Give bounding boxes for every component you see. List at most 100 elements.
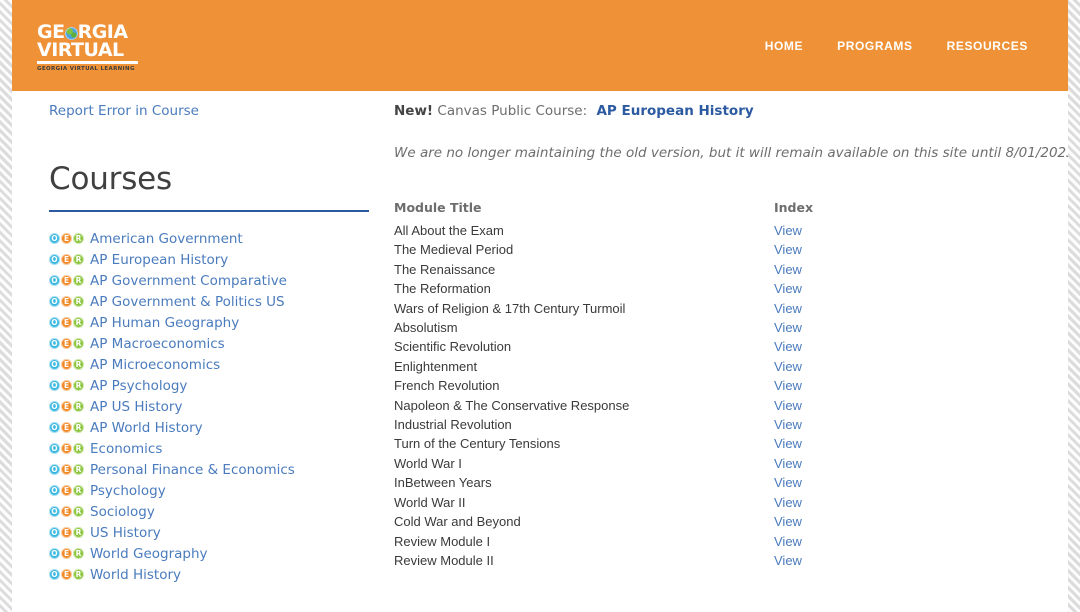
oer-dot-o-icon: O <box>49 401 60 412</box>
oer-dot-e-icon: E <box>61 233 72 244</box>
oer-dot-e-icon: E <box>61 317 72 328</box>
list-item[interactable]: O E R American Government <box>49 228 379 249</box>
module-title-cell: Wars of Religion & 17th Century Turmoil <box>394 300 626 316</box>
logo-line-virtual: VIRTUAL <box>37 41 138 64</box>
module-index-cell: View <box>774 260 894 279</box>
report-error-link[interactable]: Report Error in Course <box>49 103 199 119</box>
view-link[interactable]: View <box>774 534 802 549</box>
view-link[interactable]: View <box>774 320 802 335</box>
course-link[interactable]: American Government <box>90 231 243 247</box>
oer-badge-icon: OER <box>49 254 85 265</box>
oer-dot-r-icon: R <box>73 317 84 328</box>
list-item[interactable]: O E R Economics <box>49 438 379 459</box>
main-nav: HOME PROGRAMS RESOURCES <box>765 39 1028 53</box>
oer-dot-o-icon: O <box>49 317 60 328</box>
oer-dot-o-icon: O <box>49 485 60 496</box>
list-item[interactable]: O E R AP World History <box>49 417 379 438</box>
course-link[interactable]: World History <box>90 567 181 583</box>
column-header-index: Index <box>774 200 814 215</box>
oer-dot-r-icon: R <box>73 443 84 454</box>
view-link[interactable]: View <box>774 456 802 471</box>
course-link[interactable]: AP Government & Politics US <box>90 294 285 310</box>
module-index-cell: View <box>774 512 894 531</box>
oer-dot-r-icon: R <box>73 569 84 580</box>
list-item[interactable]: O E R AP Psychology <box>49 375 379 396</box>
oer-dot-o-icon: O <box>49 254 60 265</box>
module-title-cell: Napoleon & The Conservative Response <box>394 397 630 413</box>
nav-item-resources[interactable]: RESOURCES <box>947 39 1028 53</box>
list-item[interactable]: O E R AP Macroeconomics <box>49 333 379 354</box>
view-link[interactable]: View <box>774 262 802 277</box>
course-link[interactable]: AP Psychology <box>90 378 187 394</box>
list-item[interactable]: O E R AP US History <box>49 396 379 417</box>
oer-dot-e-icon: E <box>61 275 72 286</box>
view-link[interactable]: View <box>774 475 802 490</box>
course-link[interactable]: AP European History <box>90 252 228 268</box>
oer-dot-e-icon: E <box>61 569 72 580</box>
view-link[interactable]: View <box>774 281 802 296</box>
view-link[interactable]: View <box>774 398 802 413</box>
canvas-course-link[interactable]: AP European History <box>596 103 753 119</box>
course-link[interactable]: AP Human Geography <box>90 315 239 331</box>
column-header-module-title: Module Title <box>394 200 482 215</box>
view-link[interactable]: View <box>774 359 802 374</box>
view-link[interactable]: View <box>774 553 802 568</box>
course-link[interactable]: AP US History <box>90 399 182 415</box>
list-item[interactable]: O E R AP European History <box>49 249 379 270</box>
list-item[interactable]: O E R World History <box>49 564 379 585</box>
table-row: French Revolution View <box>394 376 894 395</box>
view-link[interactable]: View <box>774 436 802 451</box>
course-link[interactable]: AP World History <box>90 420 203 436</box>
course-link[interactable]: AP Microeconomics <box>90 357 220 373</box>
oer-dot-e-icon: E <box>61 254 72 265</box>
nav-item-programs[interactable]: PROGRAMS <box>837 39 912 53</box>
canvas-notice-text: Canvas Public Course: <box>437 103 588 119</box>
oer-dot-e-icon: E <box>61 443 72 454</box>
module-index-cell: View <box>774 376 894 395</box>
course-link[interactable]: Economics <box>90 441 162 457</box>
list-item[interactable]: O E R Personal Finance & Economics <box>49 459 379 480</box>
list-item[interactable]: O E R AP Human Geography <box>49 312 379 333</box>
list-item[interactable]: O E R AP Microeconomics <box>49 354 379 375</box>
view-link[interactable]: View <box>774 514 802 529</box>
list-item[interactable]: O E R Sociology <box>49 501 379 522</box>
oer-dot-r-icon: R <box>73 338 84 349</box>
list-item[interactable]: O E R AP Government Comparative <box>49 270 379 291</box>
oer-dot-o-icon: O <box>49 443 60 454</box>
oer-dot-e-icon: E <box>61 548 72 559</box>
oer-dot-o-icon: O <box>49 275 60 286</box>
course-link[interactable]: Sociology <box>90 504 155 520</box>
list-item[interactable]: O E R World Geography <box>49 543 379 564</box>
oer-dot-o-icon: O <box>49 464 60 475</box>
list-item[interactable]: O E R US History <box>49 522 379 543</box>
course-link[interactable]: US History <box>90 525 161 541</box>
view-link[interactable]: View <box>774 242 802 257</box>
module-table-head: Module Title Index <box>394 200 894 221</box>
oer-dot-o-icon: O <box>49 527 60 538</box>
course-link[interactable]: AP Government Comparative <box>90 273 287 289</box>
course-link[interactable]: AP Macroeconomics <box>90 336 225 352</box>
module-index-cell: View <box>774 396 894 415</box>
course-link[interactable]: Personal Finance & Economics <box>90 462 295 478</box>
course-link[interactable]: Psychology <box>90 483 166 499</box>
oer-badge-icon: OER <box>49 485 85 496</box>
module-table: Module Title Index All About the Exam Vie… <box>394 200 894 570</box>
oer-dot-r-icon: R <box>73 275 84 286</box>
view-link[interactable]: View <box>774 223 802 238</box>
deprecation-note: We are no longer maintaining the old ver… <box>394 145 1068 161</box>
course-link[interactable]: World Geography <box>90 546 208 562</box>
site-logo[interactable]: GE RGIA VIRTUAL GEORGIA VIRTUAL LEARNING <box>37 23 142 72</box>
view-link[interactable]: View <box>774 417 802 432</box>
view-link[interactable]: View <box>774 301 802 316</box>
oer-badge-icon: OER <box>49 317 85 328</box>
oer-badge-icon: OER <box>49 296 85 307</box>
list-item[interactable]: O E R Psychology <box>49 480 379 501</box>
list-item[interactable]: O E R AP Government & Politics US <box>49 291 379 312</box>
view-link[interactable]: View <box>774 378 802 393</box>
canvas-course-notice: New! Canvas Public Course: AP European H… <box>394 101 1034 121</box>
module-title-cell: InBetween Years <box>394 475 492 491</box>
view-link[interactable]: View <box>774 495 802 510</box>
nav-item-home[interactable]: HOME <box>765 39 803 53</box>
view-link[interactable]: View <box>774 339 802 354</box>
module-index-cell: View <box>774 240 894 259</box>
